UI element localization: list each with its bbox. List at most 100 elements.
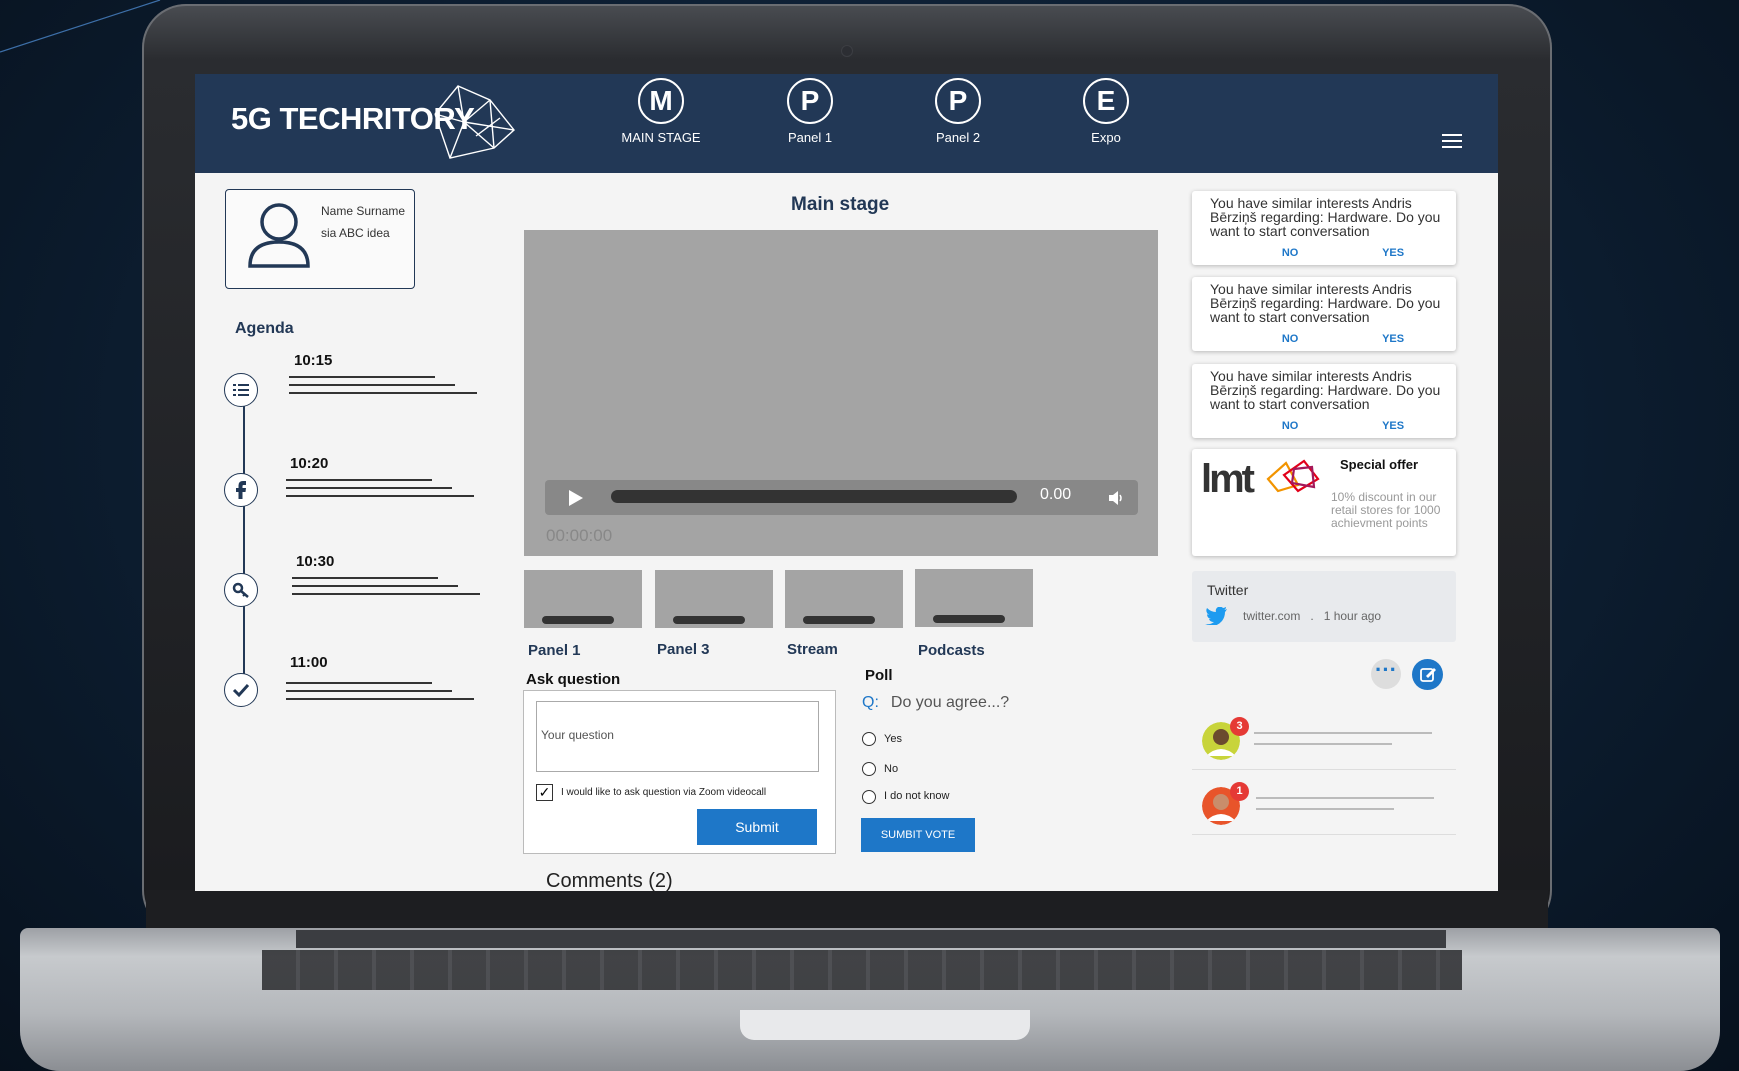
submit-vote-button[interactable]: SUMBIT VOTE: [861, 818, 975, 852]
notification-card: You have similar interests Andris Bērziņ…: [1192, 191, 1456, 265]
comments-title[interactable]: Comments (2): [546, 870, 673, 891]
nav-panel-1[interactable]: P Panel 1: [755, 78, 865, 145]
header: 5G TECHRITORY M MAIN STAGE P Panel 1 P P…: [195, 74, 1498, 173]
user-icon: [248, 203, 310, 268]
yes-button[interactable]: YES: [1382, 247, 1404, 259]
agenda-time: 10:30: [296, 553, 335, 570]
agenda-line: [286, 690, 452, 692]
no-button[interactable]: NO: [1282, 333, 1299, 345]
thumbnail-podcasts[interactable]: [915, 569, 1033, 627]
poll-question-text: Do you agree...?: [890, 694, 1010, 711]
camera: [841, 45, 853, 57]
ask-form: Your question ✓ I would like to ask ques…: [523, 690, 836, 854]
thumbnail-label[interactable]: Panel 1: [528, 642, 581, 659]
poll-question: Q: Do you agree...?: [862, 694, 1009, 712]
agenda-time: 11:00: [290, 654, 328, 671]
thumbnail-label[interactable]: Podcasts: [918, 642, 985, 659]
agenda-time: 10:20: [290, 455, 329, 472]
notification-card: You have similar interests Andris Bērziņ…: [1192, 277, 1456, 351]
agenda-line: [289, 384, 455, 386]
zoom-checkbox[interactable]: ✓: [536, 784, 553, 801]
thumbnail-label[interactable]: Stream: [787, 641, 838, 658]
agenda-line: [289, 392, 477, 394]
volume-icon[interactable]: [1109, 491, 1125, 505]
thumbnail-stream[interactable]: [785, 570, 903, 628]
list-icon[interactable]: [224, 373, 258, 407]
notification-text: You have similar interests Andris Bērziņ…: [1210, 368, 1441, 412]
notification-text: You have similar interests Andris Bērziņ…: [1210, 195, 1441, 239]
contact-line: [1256, 797, 1434, 799]
notification-text: You have similar interests Andris Bērziņ…: [1210, 281, 1441, 325]
no-button[interactable]: NO: [1282, 420, 1299, 432]
edit-icon[interactable]: [1412, 659, 1443, 690]
poll-radio[interactable]: [862, 790, 876, 804]
screen: 5G TECHRITORY M MAIN STAGE P Panel 1 P P…: [195, 74, 1498, 891]
menu-icon[interactable]: [1442, 134, 1462, 152]
twitter-title: Twitter: [1207, 582, 1249, 598]
nav-expo[interactable]: E Expo: [1051, 78, 1161, 145]
nav-letter: P: [787, 78, 833, 124]
special-offer-card[interactable]: lmt Special offer 10% discount in our re…: [1192, 449, 1456, 556]
nav-panel-2[interactable]: P Panel 2: [903, 78, 1013, 145]
agenda-line: [292, 577, 438, 579]
agenda-line: [286, 495, 474, 497]
submit-button[interactable]: Submit: [697, 809, 817, 845]
video-player[interactable]: 0.00 00:00:00: [524, 230, 1158, 556]
nav-label: Expo: [1091, 130, 1121, 145]
agenda-line: [292, 593, 480, 595]
progress-bar[interactable]: [611, 490, 1017, 503]
player-duration: 0.00: [1040, 486, 1072, 503]
offer-title: Special offer: [1340, 457, 1419, 472]
twitter-separator: .: [1310, 609, 1314, 623]
poll-q-prefix: Q:: [862, 694, 879, 711]
thumbnail-label[interactable]: Panel 3: [657, 641, 710, 658]
page-title: Main stage: [791, 194, 890, 215]
player-controls: 0.00: [545, 480, 1138, 515]
nav-letter: E: [1083, 78, 1129, 124]
agenda-line: [286, 487, 452, 489]
offer-description: 10% discount in our retail stores for 10…: [1331, 490, 1441, 530]
nav-letter: P: [935, 78, 981, 124]
no-button[interactable]: NO: [1282, 247, 1299, 259]
poll-option: I do not know: [884, 790, 950, 802]
notification-card: You have similar interests Andris Bērziņ…: [1192, 364, 1456, 438]
profile-company: sia ABC idea: [321, 226, 390, 240]
agenda-line: [292, 585, 458, 587]
player-time: 00:00:00: [546, 526, 613, 545]
logo-network-icon: [434, 85, 515, 159]
contact-line: [1256, 808, 1394, 810]
twitter-time: 1 hour ago: [1323, 609, 1382, 623]
poll-radio[interactable]: [862, 762, 876, 776]
facebook-icon[interactable]: [224, 473, 258, 507]
nav-label: MAIN STAGE: [621, 130, 701, 145]
contact-row[interactable]: 1: [1192, 779, 1456, 835]
thumbnail-panel-1[interactable]: [524, 570, 642, 628]
nav-label: Panel 2: [935, 130, 981, 145]
thumbnail-panel-3[interactable]: [655, 570, 773, 628]
question-input[interactable]: Your question: [536, 701, 819, 772]
profile-card[interactable]: Name Surname sia ABC idea: [225, 189, 415, 289]
twitter-card[interactable]: Twitter twitter.com. 1 hour ago: [1192, 571, 1456, 642]
check-icon[interactable]: [224, 673, 258, 707]
poll-radio[interactable]: [862, 732, 876, 746]
nav-main-stage[interactable]: M MAIN STAGE: [606, 78, 716, 145]
contact-line: [1254, 732, 1432, 734]
agenda-line: [289, 376, 435, 378]
twitter-meta: twitter.com. 1 hour ago: [1243, 609, 1381, 623]
profile-name: Name Surname: [321, 204, 406, 218]
contact-row[interactable]: 3: [1192, 714, 1456, 770]
poll-option: Yes: [884, 733, 902, 745]
thumbnail-bar: [673, 616, 745, 624]
more-icon[interactable]: ···: [1371, 659, 1401, 689]
laptop-hinge: [296, 930, 1446, 948]
poll-option: No: [884, 763, 899, 775]
yes-button[interactable]: YES: [1382, 420, 1404, 432]
key-icon[interactable]: [224, 573, 258, 607]
play-icon[interactable]: [569, 490, 583, 506]
agenda-line: [286, 682, 432, 684]
thumbnail-bar: [542, 616, 614, 624]
twitter-source: twitter.com: [1243, 609, 1301, 623]
lmt-logo: lmt: [1201, 457, 1255, 501]
yes-button[interactable]: YES: [1382, 333, 1404, 345]
agenda-line: [286, 698, 474, 700]
